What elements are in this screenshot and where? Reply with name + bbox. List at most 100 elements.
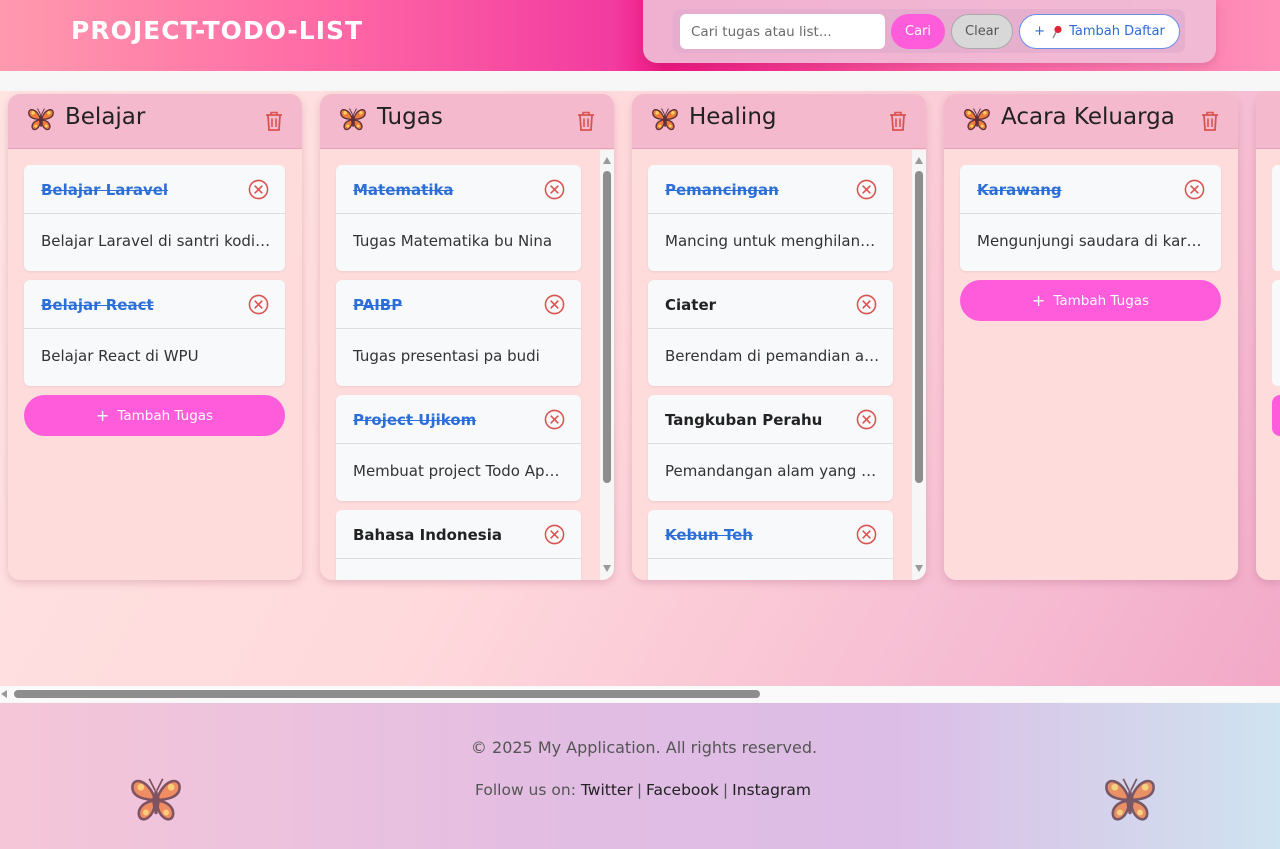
list-column: Tugas Matematika Tugas Matematika bu Nin… — [320, 94, 614, 580]
task-description: Mengunjungi saudara di kara... — [977, 232, 1207, 250]
vertical-scrollbar[interactable] — [600, 150, 614, 580]
twitter-link[interactable]: Twitter — [581, 781, 633, 799]
butterfly-icon — [651, 105, 679, 133]
butterfly-icon — [129, 772, 183, 826]
task-title[interactable]: Matematika — [353, 181, 454, 199]
task-title[interactable]: Tangkuban Perahu — [665, 411, 822, 429]
list-title: Acara Keluarga — [1001, 104, 1175, 130]
list-body: Pemancingan Mancing untuk menghilang... … — [632, 150, 926, 580]
scroll-up-icon[interactable] — [603, 157, 611, 164]
list-header: Belajar — [8, 94, 302, 149]
close-icon[interactable] — [856, 179, 877, 200]
task-card: Project Ujikom Membuat project Todo App.… — [336, 395, 581, 501]
task-card — [1272, 165, 1280, 271]
task-card: Belajar React Belajar React di WPU — [24, 280, 285, 386]
vertical-scrollbar[interactable] — [912, 150, 926, 580]
task-card: Tangkuban Perahu Pemandangan alam yang i… — [648, 395, 893, 501]
brand-title[interactable]: PROJECT-TODO-LIST — [71, 16, 363, 45]
list-header — [1256, 94, 1280, 149]
task-card: Bahasa Indonesia — [336, 510, 581, 580]
task-card — [1272, 280, 1280, 386]
list-column: Belajar Belajar Laravel Belajar Laravel … — [8, 94, 302, 580]
task-title[interactable]: Belajar Laravel — [41, 181, 168, 199]
search-button[interactable]: Cari — [891, 14, 945, 49]
facebook-link[interactable]: Facebook — [646, 781, 719, 799]
add-task-label: Tambah Tugas — [117, 407, 214, 424]
pushpin-icon — [1052, 25, 1062, 38]
scroll-left-icon[interactable] — [1, 690, 7, 698]
task-card-header: Matematika — [336, 165, 581, 214]
close-icon[interactable] — [248, 294, 269, 315]
add-task-button[interactable]: + Tambah Tugas — [24, 395, 285, 436]
scroll-down-icon[interactable] — [915, 565, 923, 572]
close-icon[interactable] — [856, 524, 877, 545]
list-column: Acara Keluarga Karawang Mengunjungi saud… — [944, 94, 1238, 580]
list-header: Healing — [632, 94, 926, 149]
close-icon[interactable] — [544, 179, 565, 200]
instagram-link[interactable]: Instagram — [732, 781, 811, 799]
trash-icon[interactable] — [576, 110, 596, 132]
list-body: Belajar Laravel Belajar Laravel di santr… — [8, 150, 302, 580]
trash-icon[interactable] — [264, 110, 284, 132]
task-description: Mancing untuk menghilang... — [665, 232, 880, 250]
task-title[interactable]: Ciater — [665, 296, 716, 314]
plus-icon: + — [1034, 24, 1046, 39]
task-card-header: Ciater — [648, 280, 893, 329]
close-icon[interactable] — [544, 294, 565, 315]
task-title[interactable]: PAIBP — [353, 296, 402, 314]
scroll-up-icon[interactable] — [915, 157, 923, 164]
task-title[interactable]: Karawang — [977, 181, 1062, 199]
scroll-down-icon[interactable] — [603, 565, 611, 572]
clear-button[interactable]: Clear — [951, 14, 1013, 49]
close-icon[interactable] — [1184, 179, 1205, 200]
task-card-header: Belajar Laravel — [24, 165, 285, 214]
task-card-header: Kebun Teh — [648, 510, 893, 559]
task-card-header: Pemancingan — [648, 165, 893, 214]
close-icon[interactable] — [544, 409, 565, 430]
add-task-button[interactable] — [1272, 395, 1280, 436]
link-separator: | — [722, 781, 729, 799]
task-title[interactable]: Pemancingan — [665, 181, 779, 199]
butterfly-icon — [1103, 772, 1157, 826]
task-card: Kebun Teh — [648, 510, 893, 580]
task-card-header: Belajar React — [24, 280, 285, 329]
close-icon[interactable] — [248, 179, 269, 200]
task-card-header: Project Ujikom — [336, 395, 581, 444]
task-title[interactable]: Project Ujikom — [353, 411, 476, 429]
add-task-label: Tambah Tugas — [1053, 292, 1150, 309]
trash-icon[interactable] — [1200, 110, 1220, 132]
add-list-button[interactable]: + Tambah Daftar — [1019, 14, 1180, 49]
social-links: Follow us on: Twitter | Facebook | Instagram — [0, 781, 1280, 799]
task-card-header: Tangkuban Perahu — [648, 395, 893, 444]
follow-label: Follow us on: — [475, 781, 576, 799]
butterfly-icon — [963, 105, 991, 133]
trash-icon[interactable] — [888, 110, 908, 132]
task-title[interactable]: Kebun Teh — [665, 526, 753, 544]
butterfly-icon — [27, 105, 55, 133]
task-card: Karawang Mengunjungi saudara di kara... — [960, 165, 1221, 271]
task-description: Berendam di pemandian air... — [665, 347, 880, 365]
plus-icon: + — [95, 405, 110, 425]
task-card: Ciater Berendam di pemandian air... — [648, 280, 893, 386]
link-separator: | — [636, 781, 643, 799]
add-task-button[interactable]: + Tambah Tugas — [960, 280, 1221, 321]
list-title: Tugas — [377, 104, 443, 130]
close-icon[interactable] — [544, 524, 565, 545]
list-title: Belajar — [65, 104, 146, 130]
task-title[interactable]: Belajar React — [41, 296, 154, 314]
task-description: Pemandangan alam yang in... — [665, 462, 880, 480]
scrollbar-thumb[interactable] — [14, 690, 760, 698]
task-title[interactable]: Bahasa Indonesia — [353, 526, 502, 544]
close-icon[interactable] — [856, 294, 877, 315]
scrollbar-thumb[interactable] — [603, 171, 611, 483]
scrollbar-thumb[interactable] — [915, 171, 923, 483]
close-icon[interactable] — [856, 409, 877, 430]
task-description: Tugas presentasi pa budi — [353, 347, 540, 365]
task-card-header: PAIBP — [336, 280, 581, 329]
search-input[interactable] — [680, 14, 885, 49]
list-body: Karawang Mengunjungi saudara di kara... … — [944, 150, 1238, 580]
task-card: Matematika Tugas Matematika bu Nina — [336, 165, 581, 271]
task-description: Belajar React di WPU — [41, 347, 199, 365]
horizontal-scrollbar[interactable] — [0, 686, 1280, 702]
task-card-header: Bahasa Indonesia — [336, 510, 581, 559]
